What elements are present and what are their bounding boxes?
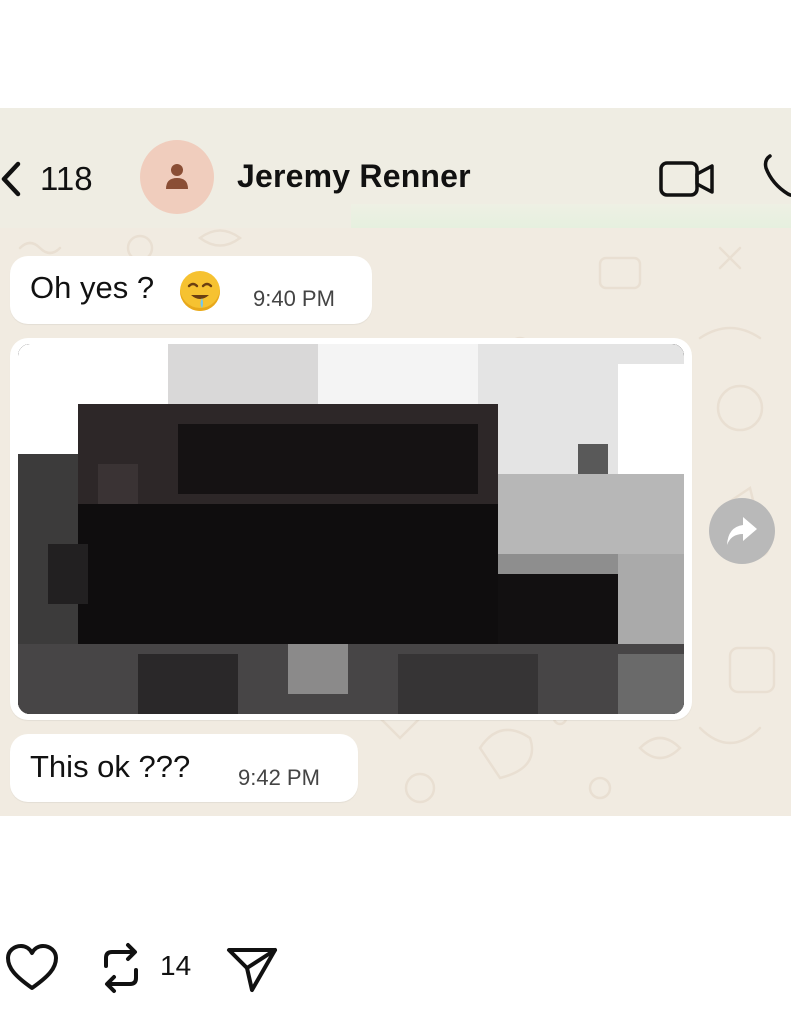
header-shadow xyxy=(351,204,791,228)
forward-arrow-icon xyxy=(727,517,757,545)
phone-icon[interactable] xyxy=(762,152,791,198)
video-camera-icon[interactable] xyxy=(658,159,716,199)
incoming-message: This ok ??? 9:42 PM xyxy=(10,734,358,802)
message-time: 9:40 PM xyxy=(253,286,335,311)
contact-name[interactable]: Jeremy Renner xyxy=(237,158,471,195)
repost-icon[interactable] xyxy=(100,942,142,994)
share-icon[interactable] xyxy=(226,944,278,994)
message-text: Oh yes ? xyxy=(30,270,155,305)
pixelated-image[interactable] xyxy=(18,344,684,714)
chat-screenshot: 118 Jeremy Renner Oh yes ? 9:40 PM This … xyxy=(0,108,791,816)
message-text: This ok ??? xyxy=(30,749,191,784)
chevron-left-icon xyxy=(1,161,21,197)
forward-button[interactable] xyxy=(709,498,775,564)
heart-icon[interactable] xyxy=(5,944,59,992)
message-time: 9:42 PM xyxy=(238,765,320,790)
repost-count: 14 xyxy=(160,950,192,981)
chat-header: 118 Jeremy Renner xyxy=(0,108,791,228)
unread-count: 118 xyxy=(40,160,93,197)
image-message[interactable] xyxy=(10,338,692,720)
drooling-face-emoji xyxy=(180,271,220,311)
contact-avatar[interactable] xyxy=(140,140,214,214)
back-button[interactable]: 118 xyxy=(0,160,93,198)
person-icon xyxy=(166,164,188,189)
post-actions: 14 xyxy=(0,938,791,998)
